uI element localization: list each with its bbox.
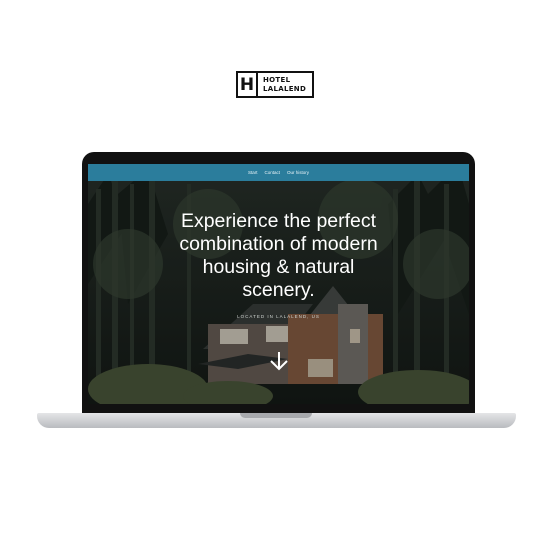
nav-item-our-history[interactable]: Our history <box>287 170 309 175</box>
hero-heading-line: Experience the perfect <box>180 210 377 232</box>
nav-item-contact[interactable]: Contact <box>264 170 280 175</box>
top-navigation: Start Contact Our history <box>88 164 469 181</box>
laptop-screen: Start Contact Our history Experience the… <box>88 164 469 404</box>
nav-item-start[interactable]: Start <box>248 170 258 175</box>
logo-wordmark: HOTEL LALALEND <box>258 76 306 94</box>
hero-heading-line: housing & natural <box>202 256 355 278</box>
logo-mark: H <box>238 73 258 96</box>
hero-heading-line: scenery. <box>242 279 315 301</box>
logo-line-1: HOTEL <box>263 75 291 84</box>
logo-line-2: LALALEND <box>263 84 307 93</box>
hero-heading-line: combination of modern <box>179 233 378 255</box>
hero-heading: Experience the perfect combination of mo… <box>88 210 469 302</box>
laptop-notch <box>240 413 312 418</box>
hero-location: LOCATED IN LALALEND, US <box>237 314 320 319</box>
arrow-down-icon[interactable] <box>268 350 290 372</box>
hotel-logo: H HOTEL LALALEND <box>236 71 314 98</box>
